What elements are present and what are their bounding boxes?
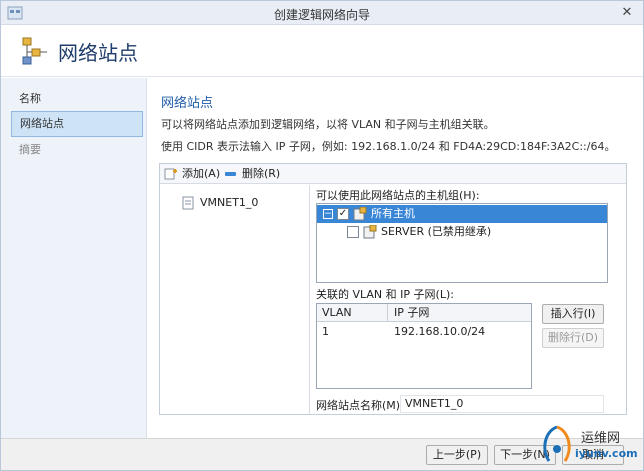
wizard-window: 创建逻辑网络向导 ✕ 网络站点 名称 网络站点 摘要 网络站点 可以将网络站点添… bbox=[0, 0, 644, 471]
column-header-subnet[interactable]: IP 子网 bbox=[389, 304, 529, 322]
section-title: 网络站点 bbox=[161, 96, 214, 111]
tree-item-label: SERVER (已禁用继承) bbox=[381, 225, 492, 238]
wizard-header: 网络站点 bbox=[1, 25, 643, 77]
watermark-url: iyunv.com bbox=[575, 447, 638, 460]
add-button[interactable]: 添加(A) bbox=[164, 166, 220, 182]
host-group-icon bbox=[363, 225, 377, 239]
delete-row-button[interactable]: 删除行(D) bbox=[542, 328, 604, 348]
host-groups-label: 可以使用此网络站点的主机组(H): bbox=[316, 189, 480, 202]
list-item[interactable]: VMNET1_0 bbox=[182, 195, 258, 211]
column-header-vlan[interactable]: VLAN bbox=[317, 304, 387, 322]
toolbar: 添加(A) 删除(R) bbox=[160, 164, 626, 184]
host-group-icon bbox=[353, 207, 367, 221]
add-icon bbox=[164, 168, 177, 180]
server-checkbox[interactable] bbox=[347, 226, 359, 238]
tree-item-all-hosts[interactable]: − ✓ 所有主机 bbox=[317, 205, 607, 223]
site-label: VMNET1_0 bbox=[200, 196, 259, 209]
site-list: VMNET1_0 bbox=[160, 185, 310, 414]
step-name[interactable]: 名称 bbox=[11, 86, 143, 112]
main-content: 网络站点 可以将网络站点添加到逻辑网络，以将 VLAN 和子网与主机组关联。 使… bbox=[147, 78, 643, 438]
table-header: VLAN IP 子网 bbox=[317, 304, 531, 322]
delete-label: 删除(R) bbox=[242, 167, 281, 180]
watermark: 运维网 iyunv.com bbox=[531, 421, 643, 469]
wizard-steps: 名称 网络站点 摘要 bbox=[1, 78, 147, 438]
vlan-subnet-label: 关联的 VLAN 和 IP 子网(L): bbox=[316, 288, 454, 301]
tree-item-label: 所有主机 bbox=[371, 207, 415, 220]
network-site-icon bbox=[22, 37, 47, 65]
collapse-icon[interactable]: − bbox=[323, 209, 333, 219]
step-network-site[interactable]: 网络站点 bbox=[11, 111, 143, 137]
site-details: 可以使用此网络站点的主机组(H): − ✓ 所有主机 SERVER (已禁用继承… bbox=[316, 185, 624, 414]
page-title: 网络站点 bbox=[58, 41, 138, 65]
window-title: 创建逻辑网络向导 bbox=[273, 8, 370, 22]
cell-vlan[interactable]: 1 bbox=[317, 323, 387, 341]
network-site-panel: 添加(A) 删除(R) VMNET1_0 可以使用此网络站点的主机组(H): −… bbox=[159, 163, 627, 415]
delete-icon bbox=[225, 172, 236, 176]
site-name-label: 网络站点名称(M): bbox=[316, 399, 404, 412]
description-line-2: 使用 CIDR 表示法输入 IP 子网，例如: 192.168.1.0/24 和… bbox=[161, 140, 616, 153]
table-row[interactable]: 1 192.168.10.0/24 bbox=[317, 323, 531, 341]
step-summary[interactable]: 摘要 bbox=[11, 137, 143, 163]
watermark-text: 运维网 bbox=[581, 431, 621, 446]
all-hosts-checkbox[interactable]: ✓ bbox=[337, 208, 349, 220]
insert-row-button[interactable]: 插入行(I) bbox=[542, 304, 604, 324]
vlan-subnet-table: VLAN IP 子网 1 192.168.10.0/24 bbox=[316, 303, 532, 389]
tree-item-server[interactable]: SERVER (已禁用继承) bbox=[317, 223, 607, 241]
add-label: 添加(A) bbox=[182, 167, 221, 180]
title-bar: 创建逻辑网络向导 ✕ bbox=[1, 1, 643, 25]
watermark-logo-icon bbox=[543, 425, 571, 462]
close-icon[interactable]: ✕ bbox=[617, 4, 637, 22]
cell-subnet[interactable]: 192.168.10.0/24 bbox=[389, 323, 529, 341]
site-name-field[interactable]: VMNET1_0 bbox=[400, 395, 604, 413]
site-icon bbox=[182, 196, 194, 210]
column-divider bbox=[387, 304, 388, 322]
delete-button[interactable]: 删除(R) bbox=[224, 166, 280, 182]
host-group-tree: − ✓ 所有主机 SERVER (已禁用继承) bbox=[316, 203, 608, 283]
description-line-1: 可以将网络站点添加到逻辑网络，以将 VLAN 和子网与主机组关联。 bbox=[161, 118, 495, 131]
previous-button[interactable]: 上一步(P) bbox=[426, 445, 488, 465]
